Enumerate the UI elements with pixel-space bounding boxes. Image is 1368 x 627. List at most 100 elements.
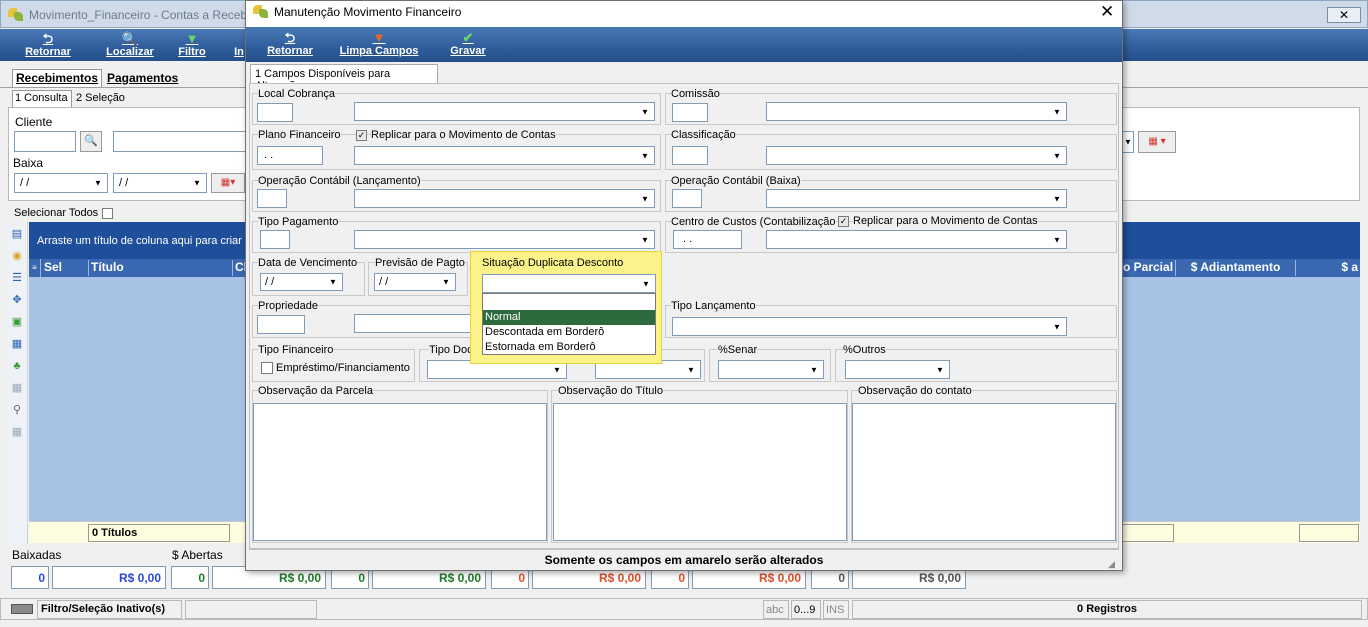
plano-financeiro-combo[interactable] [354,146,655,165]
option-descontada[interactable]: Descontada em Borderô [483,325,655,340]
col-titulo[interactable]: Título [89,260,233,276]
obs-contato-label: Observação do contato [858,385,972,397]
chevron-down-icon [1050,147,1066,164]
op-contabil-lanc-code[interactable] [257,189,287,208]
partial-combo[interactable] [1122,131,1134,153]
replicar-label: Replicar para o Movimento de Contas [371,129,556,141]
list-icon[interactable]: ☰ [9,271,25,285]
obs-parcela-textarea[interactable] [253,403,547,541]
check-icon: ✔ [462,30,474,45]
subtab-consulta[interactable]: 1 Consulta [12,90,72,107]
situacao-duplicata-label: Situação Duplicata Desconto [482,257,624,269]
option-estornada[interactable]: Estornada em Borderô [483,340,655,355]
cliente-name-input[interactable] [113,131,253,152]
dialog-footer-note: Somente os campos em amarelo serão alter… [249,549,1119,569]
data-vencimento-combo[interactable]: / / [260,273,343,291]
col-last[interactable]: $ a [1296,260,1360,276]
outros-label: %Outros [843,344,886,356]
chevron-down-icon [638,103,654,120]
baixa-start-date[interactable]: / / [14,173,108,193]
chevron-down-icon [1050,318,1066,335]
grid-icon[interactable]: ▦ [9,337,25,351]
layout-icon[interactable]: ▦ [9,425,25,439]
tab-recebimentos[interactable]: Recebimentos [12,69,102,87]
tipo-pagamento-code[interactable] [260,230,290,249]
close-icon[interactable]: ✕ [1100,2,1114,22]
centro-custos-combo[interactable] [766,230,1067,249]
col-parcial[interactable]: o Parcial [1123,260,1176,276]
group-hint: Arraste um título de coluna aqui para cr… [37,235,252,247]
plano-financeiro-code[interactable]: . . [257,146,323,165]
retornar-button[interactable]: ⮌ Retornar [20,32,76,59]
localizar-button[interactable]: 🔍 Localizar [102,32,158,59]
partial-button[interactable]: In [232,32,246,58]
chevron-down-icon [439,274,455,290]
op-contabil-baixa-combo[interactable] [766,189,1067,208]
data-vencimento-label: Data de Vencimento [258,257,358,269]
local-cobranca-code[interactable] [257,103,293,122]
gravar-button[interactable]: ✔ Gravar [446,30,490,58]
baixa-end-date[interactable]: / / [113,173,207,193]
propriedade-combo[interactable] [354,314,474,333]
clear-filter-icon: ▼ [372,30,386,45]
classificacao-combo[interactable] [766,146,1067,165]
calendar-icon[interactable]: ▦ ▾ [1138,131,1176,153]
emprestimo-checkbox[interactable] [261,362,273,374]
subtab-selecao[interactable]: 2 Seleção [76,92,125,104]
outros-combo[interactable] [845,360,950,379]
comissao-code[interactable] [672,103,708,122]
columns-icon[interactable]: ▦ [9,381,25,395]
centro-custos-code[interactable]: . . [673,230,742,249]
col-sel[interactable]: Sel [41,260,89,276]
zoom-icon[interactable]: ⚲ [9,403,25,417]
return-icon: ⮌ [284,30,296,45]
situacao-duplicata-combo[interactable] [482,274,656,293]
propriedade-code[interactable] [257,315,305,334]
tipo-pagamento-combo[interactable] [354,230,655,249]
op-contabil-lanc-label: Operação Contábil (Lançamento) [258,175,421,187]
replicar-centro-checkbox[interactable]: ✓ [838,216,849,227]
app-icon [253,5,269,19]
resize-grip-icon[interactable]: ◢ [1108,559,1115,570]
selecionar-todos-checkbox[interactable] [102,208,113,219]
classificacao-code[interactable] [672,146,708,165]
cliente-code-input[interactable] [14,131,76,152]
coins-icon[interactable]: ◉ [9,249,25,263]
chevron-down-icon [639,275,655,292]
op-contabil-baixa-code[interactable] [672,189,702,208]
obs-contato-textarea[interactable] [852,403,1116,541]
grid-menu-icon[interactable]: ≡ [29,259,41,277]
dialog-retornar-button[interactable]: ⮌ Retornar [262,30,318,58]
col-adiantamento[interactable]: $ Adiantamento [1176,260,1296,276]
total-value-0: R$ 0,00 [52,566,166,589]
replicar-plano-checkbox[interactable]: ✓ [356,130,367,141]
tab-campos[interactable]: 1 Campos Disponíveis para Alteração [250,64,438,92]
cliente-label: Cliente [15,115,53,129]
tab-pagamentos[interactable]: Pagamentos [107,71,178,85]
search-icon[interactable]: 🔍 [80,131,102,152]
plano-financeiro-label: Plano Financeiro [258,129,341,141]
filtro-button[interactable]: ▼ Filtro [174,31,210,59]
filter-icon: ▼ [185,31,199,46]
comissao-combo[interactable] [766,102,1067,121]
previsao-pagto-combo[interactable]: / / [374,273,456,291]
document-icon[interactable]: ▤ [9,227,25,241]
option-normal[interactable]: Normal [483,310,655,325]
calendar-icon[interactable]: ▦▾ [211,173,245,193]
local-cobranca-combo[interactable] [354,102,655,121]
add-row-icon[interactable]: ▣ [9,315,25,329]
comissao-label: Comissão [671,88,720,100]
chevron-down-icon [190,174,206,192]
op-contabil-lanc-combo[interactable] [354,189,655,208]
chevron-down-icon [933,361,949,378]
chevron-down-icon [1050,103,1066,120]
limpa-campos-button[interactable]: ▼ Limpa Campos [337,30,421,58]
move-icon[interactable]: ✥ [9,293,25,307]
close-icon[interactable]: ✕ [1327,7,1361,23]
op-contabil-baixa-label: Operação Contábil (Baixa) [671,175,801,187]
tipo-lancamento-combo[interactable] [672,317,1067,336]
chevron-down-icon [1050,190,1066,207]
money-icon[interactable]: ♣ [9,359,25,373]
obs-titulo-textarea[interactable] [553,403,847,541]
senar-combo[interactable] [718,360,824,379]
